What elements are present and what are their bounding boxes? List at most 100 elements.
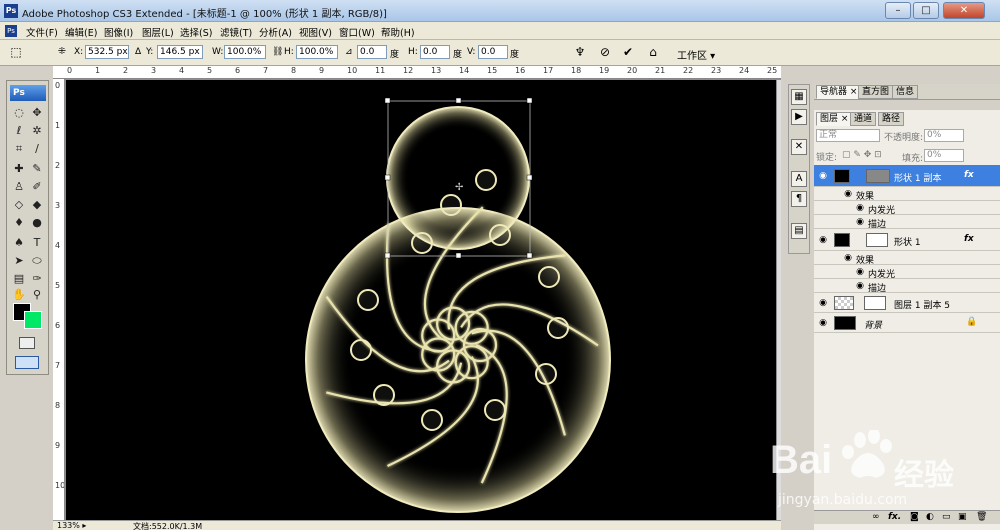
- character-panel-icon[interactable]: A: [791, 171, 807, 187]
- path-selection-icon[interactable]: ➤: [11, 253, 27, 269]
- visibility-eye-icon[interactable]: ◉: [854, 202, 866, 214]
- hskew-field[interactable]: 0.0: [420, 45, 450, 59]
- fx-icon[interactable]: fx: [964, 234, 974, 244]
- menu-image[interactable]: 图像(I): [104, 25, 133, 39]
- angle-field[interactable]: 0.0: [357, 45, 387, 59]
- tab-layers[interactable]: 图层 ×: [816, 112, 853, 126]
- paragraph-panel-icon[interactable]: ¶: [791, 191, 807, 207]
- warp-icon[interactable]: ♆: [572, 44, 588, 60]
- visibility-eye-icon[interactable]: ◉: [817, 317, 829, 329]
- quick-mask-icon[interactable]: [19, 337, 35, 349]
- visibility-eye-icon[interactable]: ◉: [817, 170, 829, 182]
- layer-name[interactable]: 形状 1: [894, 235, 921, 248]
- zoom-level[interactable]: 133% ▸: [57, 521, 86, 530]
- magic-wand-icon[interactable]: ✲: [29, 123, 45, 139]
- menu-help[interactable]: 帮助(H): [381, 25, 415, 39]
- zoom-tool-icon[interactable]: ⚲: [29, 287, 45, 303]
- slice-tool-icon[interactable]: ∕: [29, 141, 45, 157]
- move-tool-icon[interactable]: ✥: [29, 105, 45, 121]
- clone-stamp-icon[interactable]: ♙: [11, 179, 27, 195]
- crop-tool-icon[interactable]: ⌗: [11, 141, 27, 157]
- vskew-field[interactable]: 0.0: [478, 45, 508, 59]
- y-field[interactable]: 146.5 px: [157, 45, 203, 59]
- visibility-eye-icon[interactable]: ◉: [817, 234, 829, 246]
- canvas[interactable]: ✢: [66, 80, 776, 520]
- notes-tool-icon[interactable]: ▤: [11, 271, 27, 287]
- workspace-menu[interactable]: 工作区 ▾: [677, 47, 715, 62]
- effect-stroke[interactable]: ◉ 描边: [814, 279, 1000, 294]
- layer-comps-icon[interactable]: ▤: [791, 223, 807, 239]
- visibility-eye-icon[interactable]: ◉: [842, 252, 854, 264]
- cancel-transform-icon[interactable]: ⊘: [597, 44, 613, 60]
- paint-bucket-icon[interactable]: ◆: [29, 197, 45, 213]
- visibility-eye-icon[interactable]: ◉: [854, 216, 866, 228]
- effects-row[interactable]: ◉ 效果: [814, 187, 1000, 202]
- tab-info[interactable]: 信息: [892, 85, 919, 99]
- transform-tool-icon[interactable]: ⬚: [8, 44, 24, 60]
- marquee-tool-icon[interactable]: ◌: [11, 105, 27, 121]
- blend-mode-select[interactable]: 正常: [816, 129, 880, 142]
- opacity-field[interactable]: 0%: [924, 129, 964, 142]
- maximize-button[interactable]: □: [913, 2, 939, 19]
- reference-point-icon[interactable]: ⁜: [54, 44, 70, 60]
- shape-tool-icon[interactable]: ⬭: [29, 253, 45, 269]
- visibility-eye-icon[interactable]: ◉: [854, 280, 866, 292]
- top-ruler[interactable]: 0 1 2 3 4 5 6 7 8 9 10 11 12 13 14 15 16 17 18 19 20 21 22 23 24…: [53, 66, 781, 79]
- tool-presets-icon[interactable]: ✕: [791, 139, 807, 155]
- visibility-eye-icon[interactable]: ◉: [842, 188, 854, 200]
- dodge-tool-icon[interactable]: ●: [29, 215, 45, 231]
- tab-histogram[interactable]: 直方图: [858, 85, 894, 99]
- layer-name[interactable]: 图层 1 副本 5: [894, 298, 950, 311]
- width-field[interactable]: 100.0%: [224, 45, 266, 59]
- brush-tool-icon[interactable]: ✎: [29, 161, 45, 177]
- menu-view[interactable]: 视图(V): [299, 25, 332, 39]
- menu-layer[interactable]: 图层(L): [142, 25, 174, 39]
- menu-edit[interactable]: 编辑(E): [65, 25, 97, 39]
- transform-center-icon[interactable]: ✢: [455, 182, 463, 193]
- effect-stroke[interactable]: ◉ 描边: [814, 215, 1000, 230]
- layer-row-layer1-copy5[interactable]: ◉ 图层 1 副本 5: [814, 293, 1000, 313]
- minimize-button[interactable]: –: [885, 2, 911, 19]
- fx-icon[interactable]: fx: [964, 170, 974, 180]
- document-icon[interactable]: Ps: [5, 25, 17, 37]
- menu-file[interactable]: 文件(F): [26, 25, 58, 39]
- height-field[interactable]: 100.0%: [296, 45, 338, 59]
- menu-analysis[interactable]: 分析(A): [259, 25, 292, 39]
- hand-tool-icon[interactable]: ✋: [11, 287, 27, 303]
- menu-select[interactable]: 选择(S): [180, 25, 212, 39]
- left-ruler[interactable]: 01234567891011: [53, 79, 65, 524]
- tab-paths[interactable]: 路径: [878, 112, 905, 126]
- layer-row-shape1-copy[interactable]: ◉ 形状 1 副本 fx: [814, 165, 1000, 187]
- type-tool-icon[interactable]: T: [29, 235, 45, 251]
- link-icon[interactable]: ⛓: [272, 47, 283, 57]
- layer-row-shape1[interactable]: ◉ 形状 1 fx: [814, 229, 1000, 251]
- menu-window[interactable]: 窗口(W): [339, 25, 375, 39]
- eraser-tool-icon[interactable]: ◇: [11, 197, 27, 213]
- pen-tool-icon[interactable]: ♠: [11, 235, 27, 251]
- menu-filter[interactable]: 滤镜(T): [220, 25, 252, 39]
- visibility-eye-icon[interactable]: ◉: [817, 297, 829, 309]
- eyedropper-icon[interactable]: ✑: [29, 271, 45, 287]
- layer-name[interactable]: 背景: [864, 318, 882, 331]
- layer-name[interactable]: 形状 1 副本: [894, 171, 941, 184]
- blur-tool-icon[interactable]: ♦: [11, 215, 27, 231]
- bridge-icon[interactable]: ⌂: [645, 44, 661, 60]
- effect-inner-glow[interactable]: ◉ 内发光: [814, 265, 1000, 280]
- actions-panel-icon[interactable]: ▶: [791, 109, 807, 125]
- history-panel-icon[interactable]: ▦: [791, 89, 807, 105]
- effect-inner-glow[interactable]: ◉ 内发光: [814, 201, 1000, 216]
- healing-brush-icon[interactable]: ✚: [11, 161, 27, 177]
- layer-row-background[interactable]: ◉ 背景 🔒: [814, 313, 1000, 333]
- commit-transform-icon[interactable]: ✔: [620, 44, 636, 60]
- history-brush-icon[interactable]: ✐: [29, 179, 45, 195]
- tab-channels[interactable]: 通道: [850, 112, 877, 126]
- x-field[interactable]: 532.5 px: [85, 45, 129, 59]
- effects-row[interactable]: ◉ 效果: [814, 251, 1000, 266]
- lasso-tool-icon[interactable]: ℓ: [11, 123, 27, 139]
- background-color[interactable]: [24, 311, 42, 329]
- tab-navigator[interactable]: 导航器 ×: [816, 85, 862, 99]
- fill-field[interactable]: 0%: [924, 149, 964, 162]
- lock-icons[interactable]: ▢ ✎ ✥ ⊡: [842, 150, 882, 160]
- close-button[interactable]: ✕: [943, 2, 985, 19]
- visibility-eye-icon[interactable]: ◉: [854, 266, 866, 278]
